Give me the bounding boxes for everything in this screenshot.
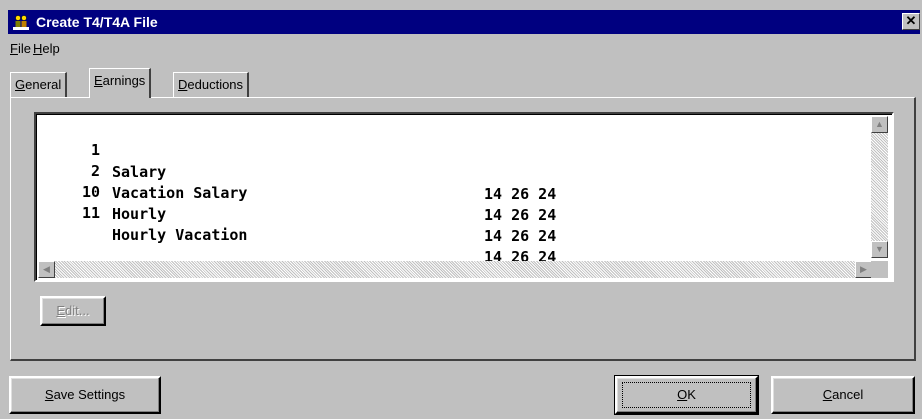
tab-deductions[interactable]: Deductions	[173, 72, 250, 97]
tab-general[interactable]: General	[10, 72, 68, 97]
edit-button[interactable]: Edit...	[40, 296, 106, 326]
focus-rectangle	[622, 382, 751, 408]
list-item[interactable]: 11 Hourly Vacation 14 26 24	[36, 180, 556, 266]
save-settings-button[interactable]: Save Settings	[9, 376, 161, 414]
scroll-right-button[interactable]: ▶	[855, 261, 872, 278]
earnings-list[interactable]: 1 Salary 14 26 24 2 Vacation Salary 14 2…	[34, 112, 894, 282]
cancel-button[interactable]: Cancel	[771, 376, 915, 414]
list-item[interactable]: 2 Vacation Salary 14 26 24	[36, 138, 556, 224]
list-item[interactable]: 10 Hourly 14 26 24	[36, 159, 556, 245]
create-t4-dialog: Create T4/T4A File ✕ File Help General E…	[0, 0, 922, 419]
title-bar[interactable]: Create T4/T4A File ✕	[8, 10, 920, 34]
vertical-scrollbar[interactable]: ▲ ▼	[871, 116, 888, 258]
arrow-up-icon: ▲	[875, 119, 884, 129]
menu-help[interactable]: Help	[33, 41, 60, 56]
tab-earnings[interactable]: Earnings	[89, 68, 152, 98]
arrow-left-icon: ◀	[43, 264, 50, 274]
horizontal-scrollbar[interactable]: ◀ ▶	[38, 261, 872, 278]
scroll-up-button[interactable]: ▲	[871, 116, 888, 133]
arrow-down-icon: ▼	[875, 244, 884, 254]
close-button[interactable]: ✕	[902, 13, 920, 30]
close-icon: ✕	[905, 13, 917, 28]
menu-file[interactable]: File	[10, 41, 31, 56]
scroll-left-button[interactable]: ◀	[38, 261, 55, 278]
ok-button[interactable]: OK	[614, 375, 759, 415]
arrow-right-icon: ▶	[860, 264, 867, 274]
scroll-down-button[interactable]: ▼	[871, 241, 888, 258]
people-icon	[13, 15, 29, 30]
list-item[interactable]: 1 Salary 14 26 24	[36, 117, 556, 203]
window-title: Create T4/T4A File	[36, 14, 158, 30]
scrollbar-corner	[871, 261, 888, 278]
